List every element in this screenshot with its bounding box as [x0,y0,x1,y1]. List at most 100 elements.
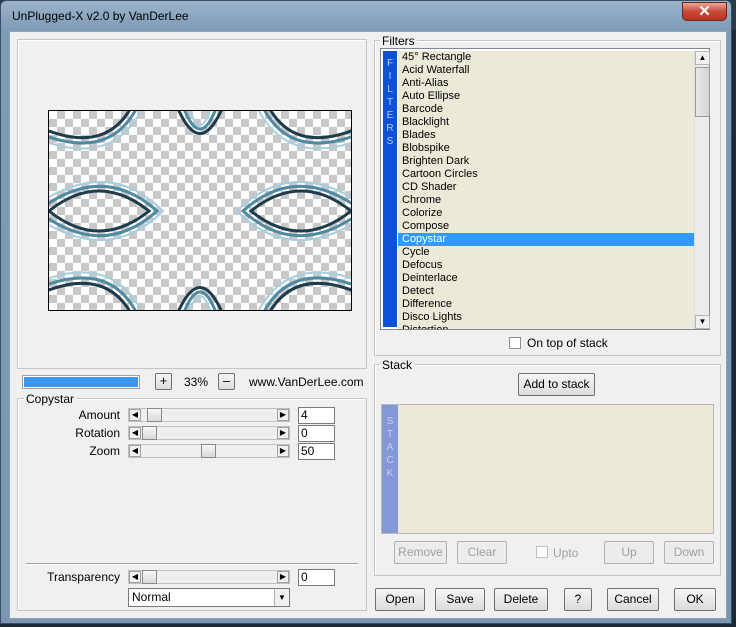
transparency-slider[interactable]: ◀ ▶ [128,570,290,584]
filter-item[interactable]: Copystar [398,233,694,246]
strip-letter: F [386,58,394,69]
filter-item[interactable]: Barcode [398,103,694,116]
filter-items[interactable]: 45° Rectangle Acid Waterfall Anti-Alias Aut… [398,51,694,329]
progress-bar [22,375,140,389]
separator [26,563,358,565]
filter-item[interactable]: Chrome [398,194,694,207]
filter-item[interactable]: Colorize [398,207,694,220]
filter-list[interactable]: FILTERS 45° Rectangle Acid Waterfall Anti-… [380,48,710,330]
upto-checkbox[interactable] [536,546,548,558]
param-slider[interactable]: ◀ ▶ [128,408,290,422]
scroll-thumb[interactable] [695,67,710,117]
filter-item[interactable]: Difference [398,298,694,311]
param-label: Rotation [75,426,120,440]
filter-item[interactable]: Blades [398,129,694,142]
filter-item[interactable]: Cartoon Circles [398,168,694,181]
strip-letter: L [387,84,393,95]
upto-label: Upto [553,546,579,560]
param-slider[interactable]: ◀ ▶ [128,444,290,458]
close-button[interactable]: ✕ [682,2,727,21]
copystar-pattern [49,111,351,310]
param-slider[interactable]: ◀ ▶ [128,426,290,440]
window-title: UnPlugged-X v2.0 by VanDerLee [12,9,189,23]
ok-button[interactable]: OK [674,588,716,611]
website-link[interactable]: www.VanDerLee.com [249,375,364,389]
filter-item[interactable]: Detect [398,285,694,298]
dialog-client: + 33% – www.VanDerLee.com Copystar Amoun… [9,31,727,619]
zoom-in-button[interactable]: + [155,373,172,390]
slider-thumb[interactable] [142,570,157,584]
strip-letter: T [386,429,394,440]
filters-strip: FILTERS [383,51,397,327]
strip-letter: S [386,416,394,427]
filter-item[interactable]: Disco Lights [398,311,694,324]
remove-button[interactable]: Remove [394,541,447,564]
zoom-level: 33% [184,375,209,389]
filter-item[interactable]: Blobspike [398,142,694,155]
chevron-down-icon[interactable]: ▼ [274,589,289,606]
slider-right-arrow-icon[interactable]: ▶ [277,571,289,583]
filter-item[interactable]: Blacklight [398,116,694,129]
save-button[interactable]: Save [435,588,485,611]
slider-thumb[interactable] [201,444,216,458]
param-label: Zoom [89,444,120,458]
params-legend: Copystar [24,392,77,406]
blend-mode-select[interactable]: Normal ▼ [128,588,290,607]
close-icon: ✕ [698,3,711,20]
delete-button[interactable]: Delete [494,588,548,611]
transparency-label: Transparency [47,570,120,584]
filter-item[interactable]: Defocus [398,259,694,272]
title-bar[interactable]: UnPlugged-X v2.0 by VanDerLee ✕ [1,1,733,31]
filter-item[interactable]: Acid Waterfall [398,64,694,77]
up-button[interactable]: Up [604,541,654,564]
plugin-window: UnPlugged-X v2.0 by VanDerLee ✕ + 33% – … [0,0,732,624]
slider-left-arrow-icon[interactable]: ◀ [129,571,141,583]
filter-item[interactable]: Cycle [398,246,694,259]
slider-thumb[interactable] [147,408,162,422]
down-button[interactable]: Down [664,541,714,564]
slider-left-arrow-icon[interactable]: ◀ [129,445,141,457]
blend-mode-value: Normal [132,590,171,604]
slider-left-arrow-icon[interactable]: ◀ [129,427,141,439]
filter-item[interactable]: Compose [398,220,694,233]
param-label: Amount [78,408,120,422]
cancel-button[interactable]: Cancel [607,588,659,611]
filter-item[interactable]: Distortion [398,324,694,329]
progress-fill [24,377,138,387]
preview-panel [17,39,367,369]
strip-letter: C [386,455,394,466]
scroll-down-icon[interactable]: ▼ [695,315,710,329]
filter-item[interactable]: Anti-Alias [398,77,694,90]
stack-legend: Stack [380,358,415,372]
filter-item[interactable]: CD Shader [398,181,694,194]
strip-letter: E [386,110,394,121]
slider-right-arrow-icon[interactable]: ▶ [277,409,289,421]
filter-item[interactable]: 45° Rectangle [398,51,694,64]
transparency-input[interactable]: 0 [298,569,335,586]
preview-image[interactable] [48,110,352,311]
slider-thumb[interactable] [142,426,157,440]
filter-item[interactable]: Brighten Dark [398,155,694,168]
strip-letter: R [386,123,394,134]
filter-scrollbar[interactable]: ▲ ▼ [694,51,710,329]
param-input[interactable]: 0 [298,425,335,442]
stack-strip: STACK [382,405,398,533]
param-input[interactable]: 4 [298,407,335,424]
on-top-checkbox[interactable] [509,337,521,349]
slider-left-arrow-icon[interactable]: ◀ [129,409,141,421]
on-top-label: On top of stack [527,336,608,350]
zoom-out-button[interactable]: – [218,373,235,390]
scroll-up-icon[interactable]: ▲ [695,51,710,65]
stack-list[interactable]: STACK [381,404,714,534]
clear-button[interactable]: Clear [457,541,507,564]
help-button[interactable]: ? [564,588,592,611]
strip-letter: S [386,136,394,147]
add-to-stack-button[interactable]: Add to stack [518,373,595,396]
filter-item[interactable]: Auto Ellipse [398,90,694,103]
filter-item[interactable]: Deinterlace [398,272,694,285]
strip-letter: A [386,442,394,453]
param-input[interactable]: 50 [298,443,335,460]
open-button[interactable]: Open [375,588,425,611]
slider-right-arrow-icon[interactable]: ▶ [277,427,289,439]
slider-right-arrow-icon[interactable]: ▶ [277,445,289,457]
